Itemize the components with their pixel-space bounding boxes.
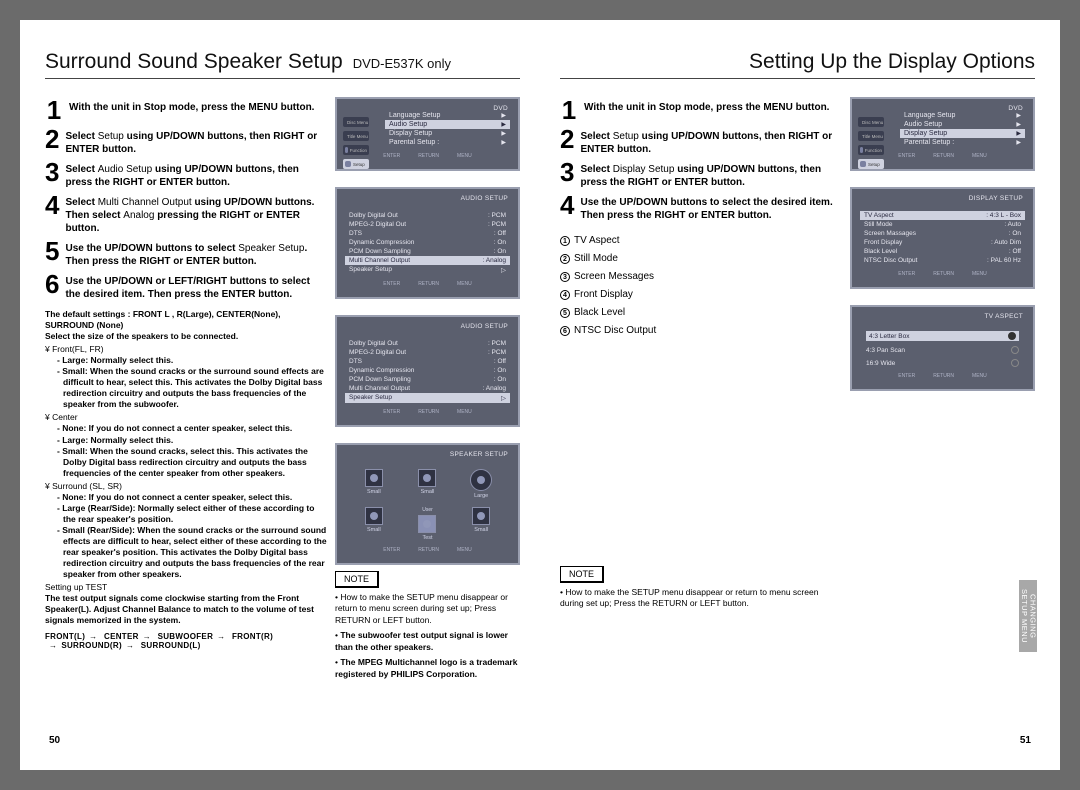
right-title: Setting Up the Display Options (749, 50, 1035, 74)
left-subtitle: DVD-E537K only (353, 56, 451, 71)
left-details: The default settings : FRONT L , R(Large… (45, 309, 327, 626)
osd-dvd-menu: DVD Disc Menu Title Menu Function Setup … (335, 97, 520, 171)
display-options-list: 1TV Aspect 2Still Mode 3Screen Messages … (560, 232, 840, 340)
side-tab: CHANGING SETUP MENU (1019, 580, 1037, 652)
page-right: Setting Up the Display Options 1With the… (560, 50, 1035, 750)
note-list-right: How to make the SETUP menu disappear or … (560, 587, 840, 610)
note-label-left: NOTE (335, 571, 379, 588)
page-number-left: 50 (49, 735, 60, 746)
right-steps: 1With the unit in Stop mode, press the M… (560, 97, 840, 222)
note-label-right: NOTE (560, 566, 604, 583)
note-list-left: How to make the SETUP menu disappear or … (335, 592, 520, 680)
osd-audio-setup-1: AUDIO SETUP Dolby Digital Out: PCM MPEG-… (335, 187, 520, 299)
test-signal-flow: FRONT(L)→ CENTER→ SUBWOOFER→ FRONT(R) →S… (45, 632, 327, 650)
page-left: Surround Sound Speaker Setup DVD-E537K o… (45, 50, 520, 750)
osd-tv-aspect: TV ASPECT 4:3 Letter Box 4:3 Pan Scan 16… (850, 305, 1035, 391)
osd-audio-setup-2: AUDIO SETUP Dolby Digital Out: PCM MPEG-… (335, 315, 520, 427)
left-title: Surround Sound Speaker Setup (45, 50, 343, 74)
osd-dvd-menu-right: DVD Disc Menu Title Menu Function Setup … (850, 97, 1035, 171)
osd-display-setup: DISPLAY SETUP TV Aspect: 4:3 L - Box Sti… (850, 187, 1035, 289)
osd-speaker-setup: SPEAKER SETUP Small Small Large Small Us… (335, 443, 520, 565)
page-number-right: 51 (1020, 735, 1031, 746)
left-steps: 1With the unit in Stop mode, press the M… (45, 97, 327, 301)
manual-spread: Surround Sound Speaker Setup DVD-E537K o… (20, 20, 1060, 770)
page-left-header: Surround Sound Speaker Setup DVD-E537K o… (45, 50, 520, 79)
